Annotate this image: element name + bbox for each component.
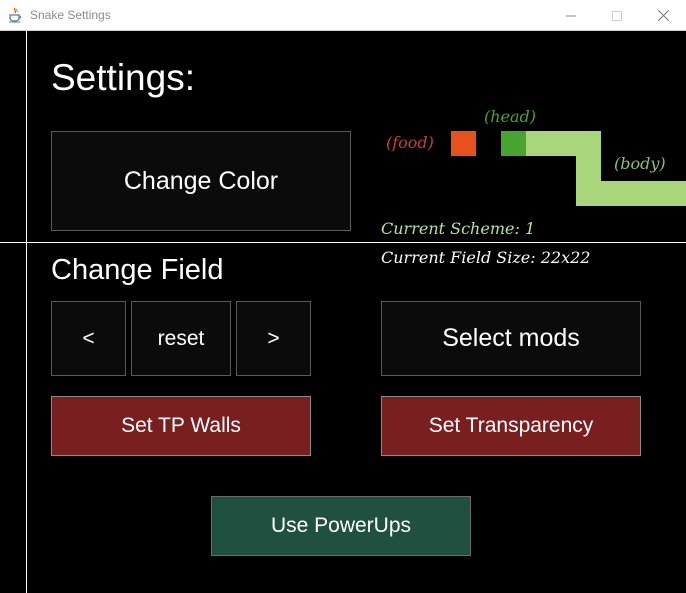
snake-body-segment	[576, 156, 601, 181]
field-prev-button[interactable]: <	[51, 301, 126, 376]
close-button[interactable]	[640, 0, 686, 31]
snake-head-swatch	[501, 131, 526, 156]
food-label: (food)	[386, 133, 434, 152]
minimize-icon	[566, 15, 576, 16]
field-next-button[interactable]: >	[236, 301, 311, 376]
set-transparency-button[interactable]: Set Transparency	[381, 396, 641, 456]
current-scheme-text: Current Scheme: 1	[381, 219, 536, 238]
food-swatch	[451, 131, 476, 156]
close-icon	[657, 10, 669, 21]
change-field-heading: Change Field	[51, 254, 224, 286]
java-icon	[9, 7, 21, 23]
horizontal-divider	[0, 242, 686, 243]
current-field-size-text: Current Field Size: 22x22	[381, 248, 591, 267]
maximize-button[interactable]	[594, 0, 640, 31]
head-label: (head)	[484, 107, 537, 126]
body-label: (body)	[614, 154, 666, 173]
minimize-button[interactable]	[548, 0, 594, 31]
window-title: Snake Settings	[30, 8, 111, 22]
window-titlebar: Snake Settings	[0, 0, 686, 31]
snake-body-segment	[576, 181, 686, 206]
change-color-button[interactable]: Change Color	[51, 131, 351, 231]
use-powerups-button[interactable]: Use PowerUps	[211, 496, 471, 556]
maximize-icon	[612, 10, 622, 21]
snake-body-segment	[526, 131, 601, 156]
settings-heading: Settings:	[51, 57, 195, 98]
settings-panel: Settings: Change Color (food) (head) (bo…	[0, 31, 686, 593]
vertical-divider	[26, 31, 27, 593]
field-reset-button[interactable]: reset	[131, 301, 231, 376]
select-mods-button[interactable]: Select mods	[381, 301, 641, 376]
set-tp-walls-button[interactable]: Set TP Walls	[51, 396, 311, 456]
